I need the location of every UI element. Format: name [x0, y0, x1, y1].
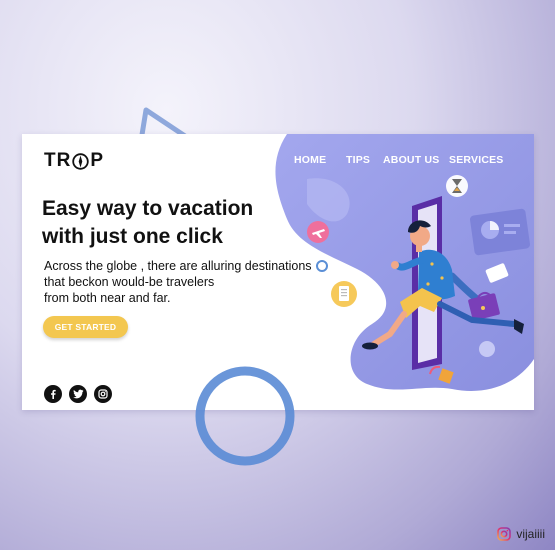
headline-line-1: Easy way to vacation [42, 197, 254, 220]
description-line-2: that beckon would-be travelers [44, 275, 215, 289]
airplane-icon [307, 221, 329, 243]
facebook-icon[interactable] [44, 385, 62, 403]
small-ring-decoration [316, 260, 328, 272]
back-shoe [514, 319, 524, 334]
instagram-icon[interactable] [94, 385, 112, 403]
get-started-button[interactable]: GET STARTED [43, 316, 128, 338]
hourglass-icon [446, 175, 468, 197]
nav-tips[interactable]: TIPS [346, 154, 370, 166]
logo-text-left: TR [44, 150, 72, 171]
analytics-card-icon [470, 208, 530, 256]
description-line-3: from both near and far. [44, 291, 171, 305]
nav-services[interactable]: SERVICES [449, 154, 504, 166]
author-credit: vijaiiii [497, 527, 545, 541]
instagram-icon [497, 527, 512, 541]
description-line-1: Across the globe , there are alluring de… [44, 259, 312, 273]
ticket-card [485, 263, 509, 283]
social-links [44, 385, 112, 403]
front-shoe [362, 342, 378, 350]
hero-description: Across the globe , there are alluring de… [44, 258, 319, 306]
document-icon [331, 281, 357, 307]
logo-text-right: P [90, 150, 105, 171]
nav-about-us[interactable]: ABOUT US [383, 154, 439, 166]
author-handle: vijaiiii [516, 527, 545, 541]
nav-home[interactable]: HOME [294, 154, 326, 166]
brand-logo[interactable]: TR P [44, 150, 104, 172]
hero-headline: Easy way to vacation with just one click [42, 195, 302, 251]
traveler-illustration [307, 175, 530, 384]
decorative-ring [195, 366, 295, 466]
twitter-icon[interactable] [69, 385, 87, 403]
headline-line-2: with just one click [42, 225, 223, 248]
compass-icon [72, 152, 90, 170]
falling-card-pink [429, 365, 441, 375]
falling-card-orange [438, 368, 454, 384]
